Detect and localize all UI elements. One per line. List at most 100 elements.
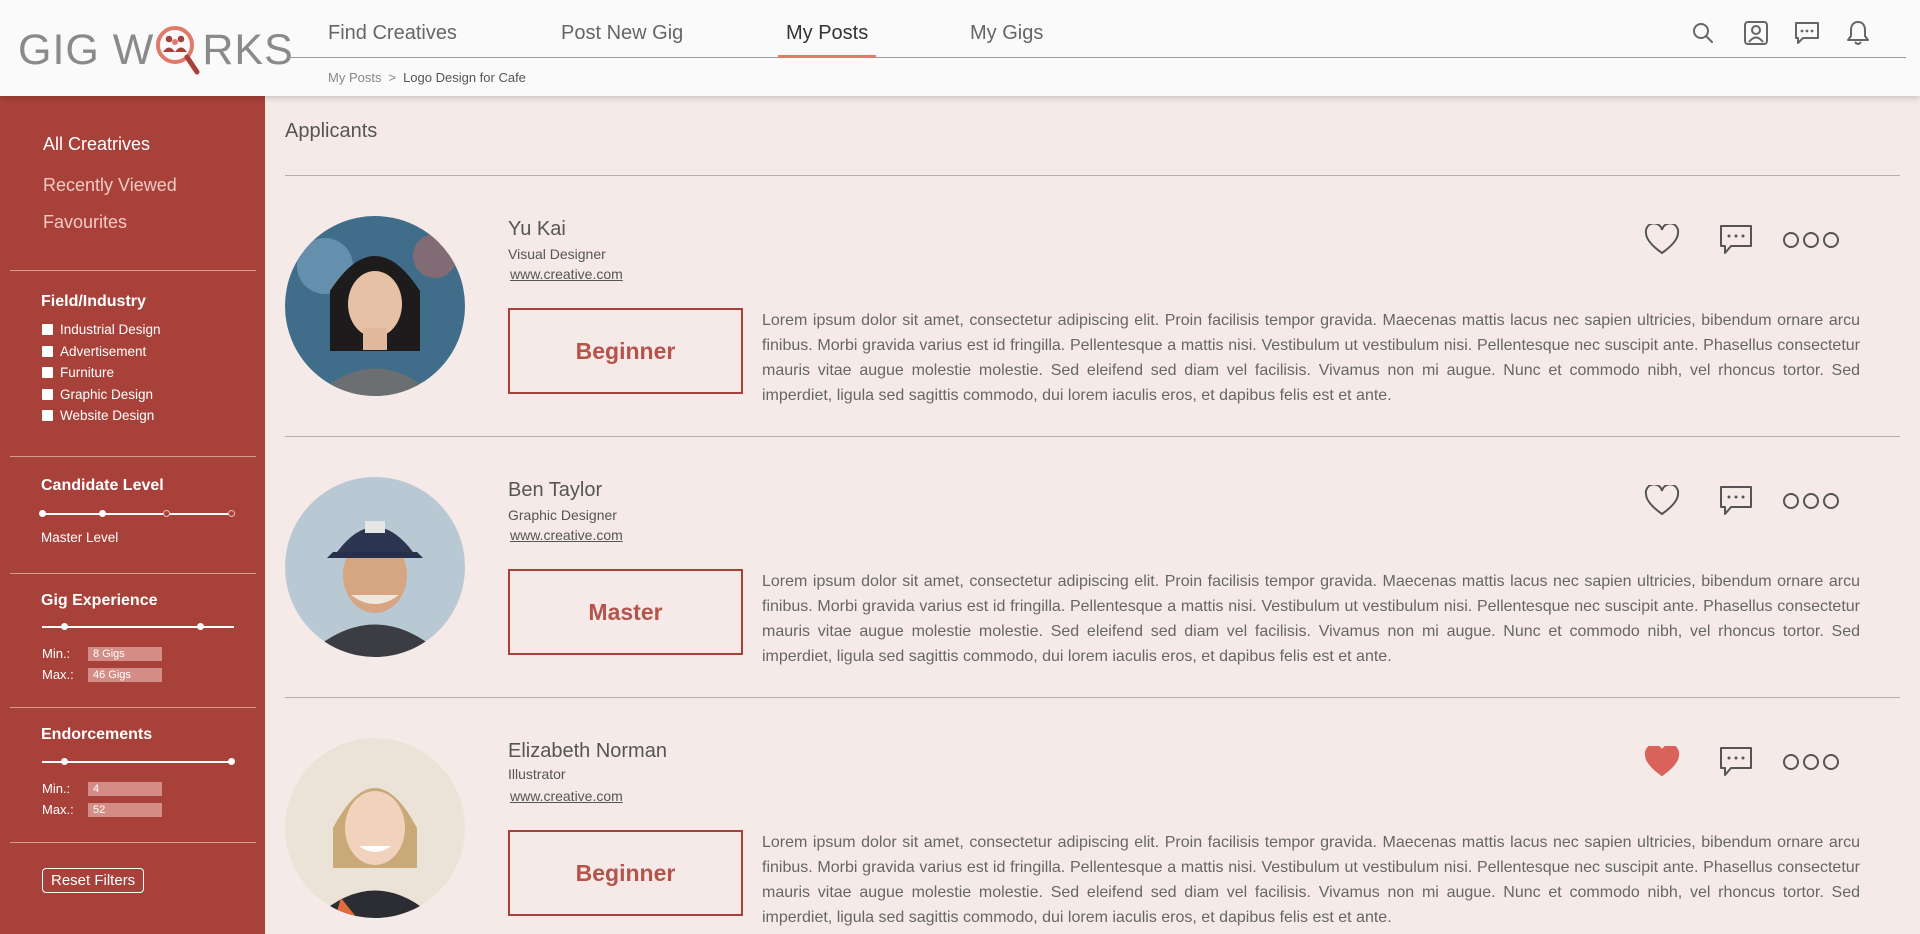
min-label: Min.: (42, 781, 71, 796)
checkbox-label: Website Design (60, 408, 155, 423)
sidebar-divider (10, 842, 256, 843)
checkbox[interactable] (42, 389, 53, 400)
avatar[interactable] (285, 216, 465, 396)
heart-icon[interactable] (1642, 481, 1682, 521)
applicant-website-link[interactable]: www.creative.com (510, 527, 623, 543)
row-divider (285, 697, 1900, 698)
logo-text-left: GIG W (18, 25, 155, 74)
gig-max-field[interactable]: 46 Gigs (88, 667, 162, 682)
applicant-role: Graphic Designer (508, 507, 617, 523)
applicant-role: Illustrator (508, 766, 566, 782)
applicant-description: Lorem ipsum dolor sit amet, consectetur … (762, 573, 1860, 665)
more-options-icon[interactable] (1781, 742, 1841, 782)
profile-icon[interactable] (1741, 18, 1771, 48)
applicant-card: Ben Taylor Graphic Designer www.creative… (285, 477, 1900, 737)
checkbox[interactable] (42, 410, 53, 421)
applicant-level-button[interactable]: Beginner (508, 308, 743, 394)
page-title: Applicants (285, 120, 378, 142)
applicant-website-link[interactable]: www.creative.com (510, 266, 623, 282)
applicant-card: Elizabeth Norman Illustrator www.creativ… (285, 738, 1900, 934)
avatar[interactable] (285, 738, 465, 918)
checkbox[interactable] (42, 324, 53, 335)
reset-filters-button[interactable]: Reset Filters (42, 868, 145, 893)
nav-my-gigs[interactable]: My Gigs (970, 22, 1043, 45)
more-options-icon[interactable] (1781, 220, 1841, 260)
endorse-max-field[interactable]: 52 (88, 802, 162, 817)
candidate-level-value: Master Level (41, 530, 119, 545)
breadcrumb-my-posts[interactable]: My Posts (328, 70, 381, 85)
slider-knob[interactable] (39, 510, 46, 517)
min-label: Min.: (42, 646, 71, 661)
checkbox-label: Graphic Design (60, 387, 154, 402)
nav-post-new-gig[interactable]: Post New Gig (561, 22, 683, 45)
breadcrumb-current: Logo Design for Cafe (403, 70, 526, 85)
checkbox-label: Furniture (60, 365, 115, 380)
sidebar-all-creatives[interactable]: All Creatrives (43, 134, 150, 155)
main-nav: Find Creatives Post New Gig My Posts My … (288, 0, 1906, 58)
magnifier-logo-icon (155, 24, 201, 76)
avatar[interactable] (285, 477, 465, 657)
max-label: Max.: (42, 802, 74, 817)
gig-max-row: Max.: 46 Gigs (42, 667, 162, 682)
gig-min-row: Min.: 8 Gigs (42, 646, 162, 661)
sidebar-favourites[interactable]: Favourites (43, 212, 127, 233)
checkbox[interactable] (42, 346, 53, 357)
slider-knob-min[interactable] (61, 623, 68, 630)
applicant-name: Yu Kai (508, 218, 566, 240)
filter-sidebar: All Creatrives Recently Viewed Favourite… (0, 96, 265, 934)
field-industry-title: Field/Industry (41, 293, 146, 310)
sidebar-divider (10, 707, 256, 708)
slider-knob-max[interactable] (228, 758, 235, 765)
search-icon[interactable] (1688, 18, 1718, 48)
checkbox-label: Advertisement (60, 344, 147, 359)
slider-knob-max[interactable] (197, 623, 204, 630)
endorsements-title: Endorcements (41, 726, 153, 743)
slider-knob-min[interactable] (61, 758, 68, 765)
gigworks-logo[interactable]: GIG W RKS (18, 20, 294, 80)
heart-filled-icon[interactable] (1642, 742, 1682, 782)
applicant-level-button[interactable]: Master (508, 569, 743, 655)
max-label: Max.: (42, 667, 74, 682)
gig-experience-slider[interactable] (42, 623, 234, 630)
messages-icon[interactable] (1792, 18, 1822, 48)
applicant-card: Yu Kai Visual Designer www.creative.com … (285, 216, 1900, 476)
filter-graphic-design[interactable]: Graphic Design (42, 387, 153, 402)
checkbox[interactable] (42, 367, 53, 378)
logo-text-right: RKS (202, 25, 294, 74)
filter-website-design[interactable]: Website Design (42, 408, 154, 423)
endorse-min-row: Min.: 4 (42, 781, 162, 796)
message-icon[interactable] (1716, 742, 1756, 782)
filter-industrial-design[interactable]: Industrial Design (42, 322, 161, 337)
applicant-name: Elizabeth Norman (508, 740, 667, 762)
message-icon[interactable] (1716, 481, 1756, 521)
sidebar-recently-viewed[interactable]: Recently Viewed (43, 175, 177, 196)
candidate-level-title: Candidate Level (41, 477, 164, 494)
slider-knob[interactable] (99, 510, 106, 517)
applicant-description: Lorem ipsum dolor sit amet, consectetur … (762, 312, 1860, 404)
sidebar-divider (10, 573, 256, 574)
slider-step (228, 510, 235, 517)
gig-min-field[interactable]: 8 Gigs (88, 646, 162, 661)
applicant-level-button[interactable]: Beginner (508, 830, 743, 916)
breadcrumb-separator: > (388, 70, 397, 85)
slider-step (163, 510, 170, 517)
nav-my-posts[interactable]: My Posts (777, 22, 877, 58)
candidate-level-slider[interactable] (39, 510, 235, 517)
applicant-description: Lorem ipsum dolor sit amet, consectetur … (762, 834, 1860, 926)
bell-icon[interactable] (1843, 18, 1873, 48)
endorse-min-field[interactable]: 4 (88, 781, 162, 796)
filter-furniture[interactable]: Furniture (42, 365, 114, 380)
sidebar-divider (10, 270, 256, 271)
more-options-icon[interactable] (1781, 481, 1841, 521)
checkbox-label: Industrial Design (60, 322, 161, 337)
applicant-website-link[interactable]: www.creative.com (510, 788, 623, 804)
heart-icon[interactable] (1642, 220, 1682, 260)
gig-experience-title: Gig Experience (41, 592, 158, 609)
endorsements-slider[interactable] (42, 758, 235, 765)
nav-find-creatives[interactable]: Find Creatives (328, 22, 457, 45)
section-divider (285, 175, 1900, 176)
applicant-role: Visual Designer (508, 246, 606, 262)
message-icon[interactable] (1716, 220, 1756, 260)
filter-advertisement[interactable]: Advertisement (42, 344, 146, 359)
top-header: GIG W RKS Find Creatives Post New Gig My… (0, 0, 1920, 96)
